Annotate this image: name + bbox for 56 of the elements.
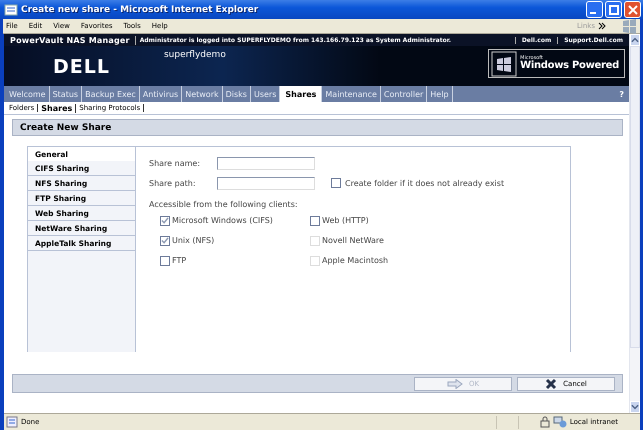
checkbox-label: Web (HTTP) — [322, 216, 369, 225]
maximize-button[interactable] — [605, 1, 622, 18]
checkbox-label: Apple Macintosh — [322, 256, 388, 265]
field-label: Share name: — [149, 158, 202, 168]
caret-down-icon — [631, 404, 639, 410]
checkbox-label: Create folder if it does not already exist — [345, 178, 504, 188]
nav-tab[interactable]: Maintenance — [322, 86, 381, 102]
nav-tab[interactable]: Welcome — [6, 86, 50, 102]
nav-tab[interactable]: Backup Exec — [82, 86, 140, 102]
scroll-down-button[interactable] — [630, 401, 640, 413]
windows-flag-icon — [491, 50, 518, 76]
input-field[interactable] — [217, 176, 315, 190]
checkbox[interactable] — [160, 236, 170, 246]
checkbox[interactable] — [310, 216, 320, 226]
close-button[interactable] — [624, 1, 641, 18]
app-name: PowerVault NAS Manager — [4, 36, 136, 44]
close-icon — [628, 4, 638, 14]
nav-tab[interactable]: Controller — [380, 86, 428, 102]
window-title: Create new share - Microsoft Internet Explorer — [21, 4, 260, 14]
checkmark-icon — [161, 216, 169, 225]
minimize-button[interactable] — [586, 1, 603, 18]
help-link[interactable]: ? — [614, 86, 629, 102]
checkbox-label: FTP — [172, 256, 186, 265]
nav-tab[interactable]: Network — [182, 86, 223, 102]
caret-up-icon — [631, 37, 639, 43]
minimize-icon — [590, 12, 596, 14]
hostname: superflydemo — [164, 50, 226, 60]
checkbox-label: Unix (NFS) — [172, 236, 214, 245]
lock-icon — [540, 416, 550, 428]
checkbox[interactable] — [160, 216, 170, 226]
nav-tab[interactable]: Help — [427, 86, 453, 102]
computer-globe-icon — [552, 416, 567, 428]
scroll-up-button[interactable] — [630, 34, 640, 46]
page-icon — [4, 2, 18, 16]
badge-title: Windows Powered — [520, 61, 619, 71]
maximize-icon — [608, 4, 618, 14]
page-title: Create New Share — [12, 119, 623, 136]
input-field[interactable] — [217, 156, 315, 170]
checkbox[interactable] — [331, 178, 341, 188]
checkbox-label: Microsoft Windows (CIFS) — [172, 216, 273, 225]
nav-tab[interactable]: Disks — [222, 86, 251, 102]
nav-tab[interactable]: Antivirus — [140, 86, 182, 102]
nav-tab[interactable]: Status — [50, 86, 82, 102]
chevron-icon — [598, 22, 606, 30]
logo: DELL — [53, 56, 110, 78]
section-label: Accessible from the following clients: — [149, 200, 299, 209]
checkbox[interactable] — [160, 256, 170, 266]
nav-tab[interactable]: Shares — [280, 86, 322, 102]
x-icon — [545, 378, 558, 390]
arrow-icon — [446, 378, 463, 388]
windows-flag-icon — [621, 18, 637, 34]
checkmark-icon — [161, 236, 169, 245]
checkbox-label: Novell NetWare — [322, 236, 384, 245]
page-icon — [6, 416, 18, 428]
sub-tab[interactable]: Shares — [38, 104, 76, 112]
field-label: Share path: — [149, 178, 197, 188]
